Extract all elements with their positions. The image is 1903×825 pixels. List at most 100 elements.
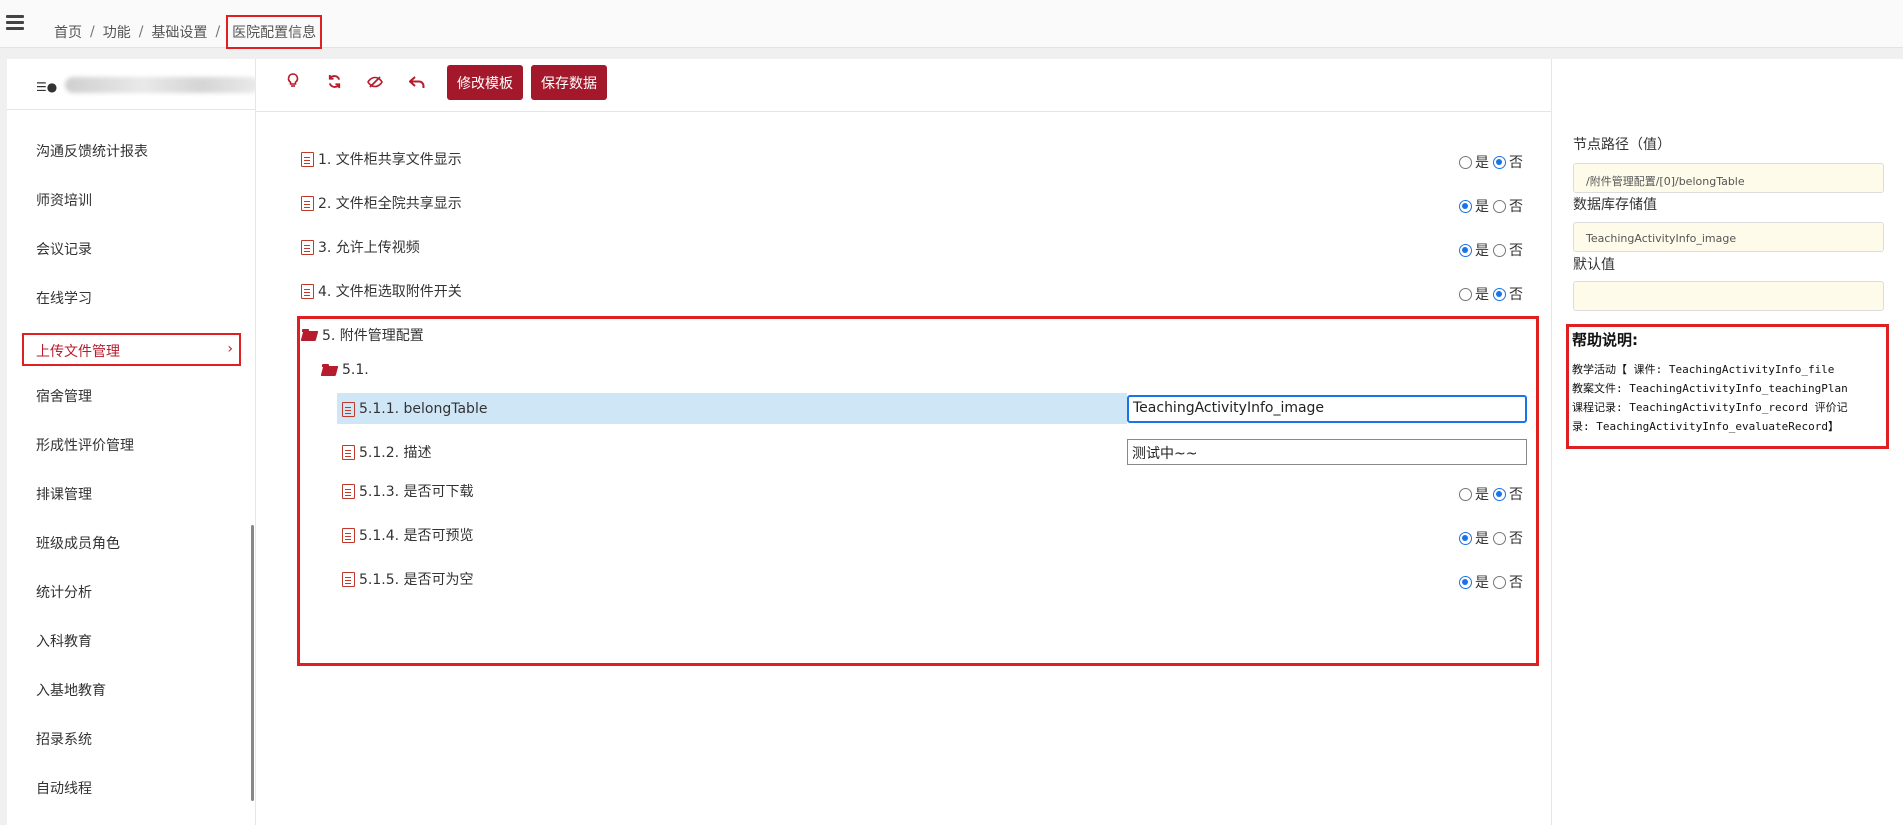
radio-yes[interactable]: [1459, 199, 1472, 213]
sidebar-item[interactable]: 在线学习: [36, 288, 92, 308]
radio-no[interactable]: [1493, 487, 1506, 501]
sidebar-item[interactable]: 入科教育: [36, 631, 92, 651]
radio-no[interactable]: [1493, 575, 1506, 589]
sidebar-item[interactable]: 招录系统: [36, 729, 92, 749]
radio-yes-label: 是: [1475, 487, 1489, 503]
db-value-label: 数据库存储值: [1573, 197, 1657, 213]
tree-item[interactable]: 5.1.4. 是否可预览: [342, 522, 474, 548]
sidebar-item-upload-file-management[interactable]: 上传文件管理 ›: [22, 333, 241, 366]
radio-no[interactable]: [1493, 531, 1506, 545]
radio-yes-label: 是: [1475, 575, 1489, 591]
tree-item-label: 5.1.5. 是否可为空: [359, 572, 474, 588]
radio-yes[interactable]: [1459, 531, 1472, 545]
sidebar-item[interactable]: 师资培训: [36, 190, 92, 210]
breadcrumb-separator: /: [138, 24, 144, 40]
node-path-label: 节点路径（值）: [1573, 137, 1671, 153]
tree-item[interactable]: 3. 允许上传视频: [301, 234, 420, 260]
sidebar-item[interactable]: 沟通反馈统计报表: [36, 141, 148, 161]
tree-item-label: 1. 文件柜共享文件显示: [318, 152, 462, 168]
sidebar-scrollbar[interactable]: [251, 525, 254, 801]
sidebar-item[interactable]: 排课管理: [36, 484, 92, 504]
yes-no-radio-group: 是 否: [1459, 484, 1527, 504]
radio-no-label: 否: [1509, 287, 1523, 303]
yes-no-radio-group: 是 否: [1459, 572, 1527, 592]
edit-template-button[interactable]: 修改模板: [447, 65, 523, 100]
tree-item[interactable]: 5.1.3. 是否可下载: [342, 478, 474, 504]
radio-no-label: 否: [1509, 487, 1523, 503]
file-icon: [342, 401, 355, 417]
default-value-field[interactable]: [1573, 281, 1884, 311]
breadcrumb-home[interactable]: 首页: [54, 22, 82, 42]
yes-no-radio-group: 是 否: [1459, 528, 1527, 548]
radio-yes[interactable]: [1459, 575, 1472, 589]
help-line: 教学活动【 课件: TeachingActivityInfo_file: [1572, 363, 1835, 376]
tree-folder-label: 5. 附件管理配置: [322, 328, 424, 344]
db-value-field[interactable]: TeachingActivityInfo_image: [1573, 222, 1884, 252]
sidebar-item-label: 上传文件管理: [36, 344, 120, 360]
default-value-label: 默认值: [1573, 257, 1615, 273]
radio-yes-label: 是: [1475, 243, 1489, 259]
file-icon: [301, 151, 314, 167]
sidebar-item[interactable]: 宿舍管理: [36, 386, 92, 406]
radio-no[interactable]: [1493, 287, 1506, 301]
breadcrumb-basic-settings[interactable]: 基础设置: [151, 22, 207, 42]
node-path-field[interactable]: /附件管理配置/[0]/belongTable: [1573, 163, 1884, 193]
breadcrumb-function[interactable]: 功能: [103, 22, 131, 42]
properties-panel: 节点路径（值） /附件管理配置/[0]/belongTable 数据库存储值 T…: [1551, 59, 1903, 825]
tree-folder[interactable]: 5.1.: [322, 357, 369, 383]
lightbulb-icon[interactable]: [282, 73, 304, 95]
radio-no[interactable]: [1493, 199, 1506, 213]
server-icon: ☰●: [36, 80, 58, 94]
tree-item[interactable]: 5.1.5. 是否可为空: [342, 566, 474, 592]
refresh-icon[interactable]: [323, 73, 345, 95]
highlight-box-group: [297, 316, 1539, 666]
sidebar-item[interactable]: 会议记录: [36, 239, 92, 259]
radio-yes[interactable]: [1459, 487, 1472, 501]
save-data-button[interactable]: 保存数据: [531, 65, 607, 100]
breadcrumb-separator: /: [215, 24, 221, 40]
sidebar-header: ☰●: [7, 59, 259, 110]
yes-no-radio-group: 是 否: [1459, 240, 1527, 260]
file-icon: [301, 195, 314, 211]
radio-no[interactable]: [1493, 243, 1506, 257]
menu-toggle-icon[interactable]: [6, 15, 24, 31]
radio-yes[interactable]: [1459, 287, 1472, 301]
tree-item[interactable]: 2. 文件柜全院共享显示: [301, 190, 462, 216]
tree-item-label: 5.1.1. belongTable: [359, 401, 488, 417]
sidebar-item[interactable]: 班级成员角色: [36, 533, 120, 553]
radio-no[interactable]: [1493, 155, 1506, 169]
radio-yes-label: 是: [1475, 287, 1489, 303]
sidebar-item[interactable]: 统计分析: [36, 582, 92, 602]
radio-yes[interactable]: [1459, 243, 1472, 257]
file-icon: [301, 283, 314, 299]
belong-table-input[interactable]: TeachingActivityInfo_image: [1127, 395, 1527, 423]
undo-icon[interactable]: [406, 73, 428, 95]
tree-folder[interactable]: 5. 附件管理配置: [302, 322, 424, 348]
tree-item[interactable]: 5.1.1. belongTable: [342, 396, 487, 422]
sidebar-item[interactable]: 入基地教育: [36, 680, 106, 700]
tree-item[interactable]: 4. 文件柜选取附件开关: [301, 278, 462, 304]
tree-item-label: 5.1.2. 描述: [359, 445, 432, 461]
sidebar-item[interactable]: 形成性评价管理: [36, 435, 134, 455]
radio-no-label: 否: [1509, 155, 1523, 171]
radio-no-label: 否: [1509, 243, 1523, 259]
tree-item-label: 5.1.3. 是否可下载: [359, 484, 474, 500]
tree-item[interactable]: 5.1.2. 描述: [342, 439, 432, 465]
file-icon: [342, 571, 355, 587]
file-icon: [342, 483, 355, 499]
top-bar: 首页 / 功能 / 基础设置 / 医院配置信息: [0, 0, 1903, 49]
help-box: 帮助说明: 教学活动【 课件: TeachingActivityInfo_fil…: [1566, 324, 1889, 449]
radio-no-label: 否: [1509, 199, 1523, 215]
description-input[interactable]: 测试中~~: [1127, 439, 1527, 465]
help-title: 帮助说明:: [1572, 331, 1638, 349]
eye-slash-icon[interactable]: [364, 73, 386, 95]
breadcrumb-current: 医院配置信息: [226, 15, 323, 49]
radio-yes[interactable]: [1459, 155, 1472, 169]
sidebar-item[interactable]: 自动线程: [36, 778, 92, 798]
tree-item[interactable]: 1. 文件柜共享文件显示: [301, 146, 462, 172]
chevron-right-icon: ›: [227, 341, 233, 357]
radio-yes-label: 是: [1475, 199, 1489, 215]
tree-item-label: 3. 允许上传视频: [318, 240, 420, 256]
radio-yes-label: 是: [1475, 155, 1489, 171]
tree-item-label: 2. 文件柜全院共享显示: [318, 196, 462, 212]
